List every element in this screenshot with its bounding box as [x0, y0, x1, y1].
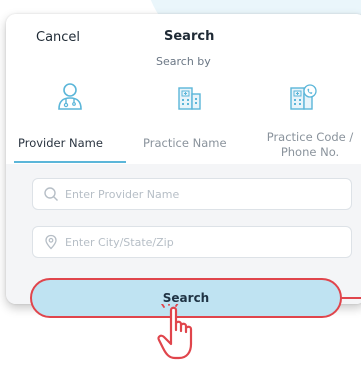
provider-name-input[interactable] — [63, 183, 337, 205]
pointer-hand-icon — [157, 304, 193, 360]
tab-label-provider-name: Provider Name — [18, 136, 103, 150]
location-pin-icon — [45, 234, 57, 250]
tab-label-practice-name: Practice Name — [143, 136, 227, 150]
location-input[interactable] — [63, 231, 337, 253]
cancel-button[interactable]: Cancel — [36, 30, 80, 45]
tab-practice-name[interactable]: Practice Name — [134, 82, 244, 160]
search-header: Cancel Search Search by Provider Name Pr… — [6, 14, 361, 164]
tab-label-practice-code: Practice Code / Phone No. — [262, 130, 358, 160]
search-icon — [44, 187, 58, 201]
active-tab-indicator — [14, 161, 126, 163]
building-phone-icon — [290, 84, 317, 110]
building-icon — [178, 87, 201, 110]
search-by-label: Search by — [156, 55, 211, 68]
tab-label-line-2: Phone No. — [280, 145, 340, 159]
provider-name-field[interactable] — [32, 178, 352, 210]
doctor-icon — [58, 83, 82, 110]
search-panel: Cancel Search Search by Provider Name Pr… — [6, 14, 361, 304]
tab-label-line-1: Practice Code / — [266, 130, 354, 144]
page-title: Search — [164, 29, 215, 44]
highlight-connector-line — [341, 297, 361, 299]
location-field[interactable] — [32, 226, 352, 258]
tab-practice-code-phone[interactable]: Practice Code / Phone No. — [252, 82, 360, 160]
tab-provider-name[interactable]: Provider Name — [10, 82, 130, 160]
